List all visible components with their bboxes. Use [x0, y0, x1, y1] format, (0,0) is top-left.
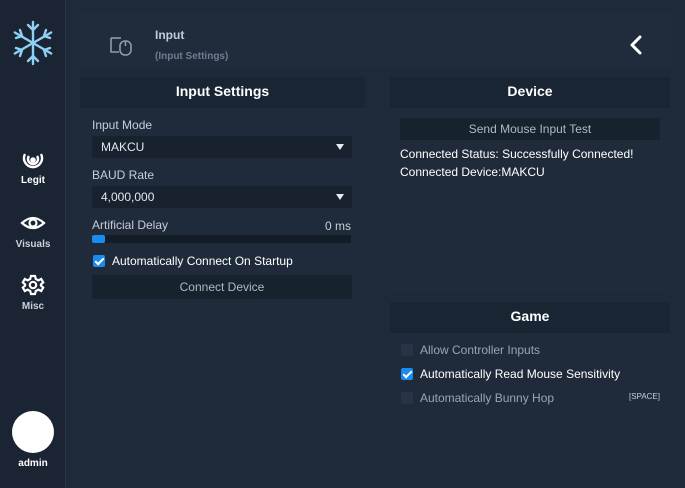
connect-device-button[interactable]: Connect Device: [92, 275, 352, 299]
avatar[interactable]: [12, 411, 54, 453]
baud-rate-value: 4,000,000: [101, 190, 155, 204]
panel-title: Game: [390, 302, 670, 333]
connected-device: Connected Device:MAKCU: [400, 165, 545, 179]
sidebar-item-misc[interactable]: Misc: [0, 274, 66, 312]
allow-controller-label: Allow Controller Inputs: [420, 343, 541, 357]
allow-controller-checkbox[interactable]: [401, 344, 413, 356]
dropdown-arrow-icon: [336, 144, 344, 150]
artificial-delay-label: Artificial Delay: [92, 218, 169, 232]
game-panel: Game Allow Controller Inputs Automatical…: [390, 302, 670, 477]
sidebar-item-label: Visuals: [15, 239, 51, 250]
page-subtitle: (Input Settings): [155, 51, 229, 62]
sidebar-item-label: Misc: [21, 301, 45, 312]
gear-icon: [21, 274, 45, 296]
username: admin: [18, 458, 48, 469]
input-mode-label: Input Mode: [92, 118, 153, 132]
connection-status: Connected Status: Successfully Connected…: [400, 147, 634, 161]
slider-fill: [92, 235, 105, 243]
input-mode-select[interactable]: MAKCU: [92, 136, 352, 158]
bunny-hop-keybind[interactable]: [SPACE]: [629, 392, 660, 401]
sidebar-item-visuals[interactable]: Visuals: [0, 212, 66, 250]
read-sensitivity-label: Automatically Read Mouse Sensitivity: [420, 367, 621, 381]
eye-icon: [20, 216, 46, 230]
sidebar: Legit Visuals Misc admin: [0, 0, 66, 488]
auto-connect-checkbox[interactable]: [93, 255, 105, 267]
bunny-hop-checkbox[interactable]: [401, 392, 413, 404]
bunny-hop-label: Automatically Bunny Hop: [420, 391, 555, 405]
auto-connect-label: Automatically Connect On Startup: [112, 254, 293, 268]
panel-title: Device: [390, 77, 670, 108]
snowflake-logo-icon: [13, 20, 53, 66]
sidebar-item-label: Legit: [21, 175, 45, 186]
dropdown-arrow-icon: [336, 194, 344, 200]
read-sensitivity-checkbox[interactable]: [401, 368, 413, 380]
input-settings-panel: Input Settings Input Mode MAKCU BAUD Rat…: [80, 77, 365, 477]
page-title: Input: [155, 28, 185, 42]
panel-title: Input Settings: [80, 77, 365, 108]
baud-rate-label: BAUD Rate: [92, 168, 155, 182]
artificial-delay-value: 0 ms: [324, 219, 351, 233]
mouse-input-icon: [110, 37, 132, 56]
device-panel: Device Send Mouse Input Test Connected S…: [390, 77, 670, 292]
send-mouse-test-button[interactable]: Send Mouse Input Test: [400, 118, 660, 140]
input-mode-value: MAKCU: [101, 140, 145, 154]
baud-rate-select[interactable]: 4,000,000: [92, 186, 352, 208]
page-header: Input (Input Settings): [80, 14, 672, 68]
sidebar-item-legit[interactable]: Legit: [0, 148, 66, 186]
artificial-delay-slider[interactable]: [92, 235, 351, 243]
target-icon: [22, 153, 44, 169]
chevron-left-icon[interactable]: [628, 34, 644, 56]
